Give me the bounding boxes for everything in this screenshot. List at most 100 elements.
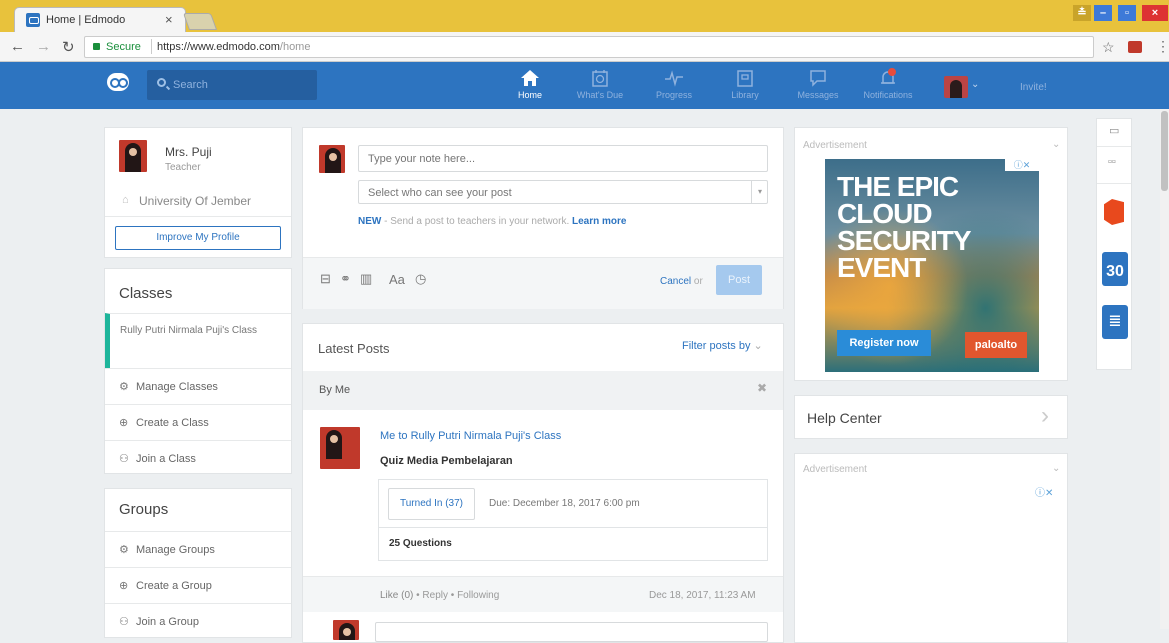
ad-headline: THE EPIC CLOUD SECURITY EVENT (837, 171, 972, 283)
maximize-button[interactable]: ▫ (1118, 5, 1136, 21)
classes-card: Classes Rully Putri Nirmala Puji's Class… (104, 268, 292, 474)
nav-progress[interactable]: Progress (644, 68, 704, 100)
join-class-link[interactable]: ⚇ Join a Class (105, 440, 291, 476)
improve-profile-button[interactable]: Improve My Profile (115, 226, 281, 250)
bell-icon (878, 68, 898, 88)
minimize-button[interactable]: – (1094, 5, 1112, 21)
profile-role: Teacher (165, 162, 201, 173)
profile-name[interactable]: Mrs. Puji (165, 145, 212, 159)
ad-label: Advertisement (803, 140, 867, 151)
manage-groups-link[interactable]: ⚙ Manage Groups (105, 531, 291, 567)
register-now-button[interactable]: Register now (837, 330, 931, 356)
search-input[interactable] (173, 77, 303, 93)
tab-close-icon[interactable]: × (165, 12, 173, 27)
nav-notifications[interactable]: Notifications (858, 68, 918, 100)
tab-title: Home | Edmodo (46, 14, 126, 26)
secure-label: Secure (106, 41, 141, 53)
clear-filter-icon[interactable]: ✖ (757, 381, 767, 395)
profile-card: Mrs. Puji Teacher ⌂ University Of Jember… (104, 127, 292, 258)
library-icon[interactable]: ▥ (360, 271, 374, 286)
composer-toolbar: ⊟ ⚭ ▥ Aa ◷ Cancel or Post (303, 257, 783, 309)
like-link[interactable]: Like (0) (380, 590, 413, 601)
turned-in-button[interactable]: Turned In (37) (388, 488, 475, 520)
attach-file-icon[interactable]: ⊟ (320, 271, 334, 286)
join-group-link[interactable]: ⚇ Join a Group (105, 603, 291, 639)
nav-library[interactable]: Library (715, 68, 775, 100)
create-class-link[interactable]: ⊕ Create a Class (105, 404, 291, 440)
post-button[interactable]: Post (716, 265, 762, 295)
cancel-link[interactable]: Cancel (660, 276, 691, 287)
invite-link[interactable]: Invite! (1020, 82, 1047, 93)
browser-titlebar: Home | Edmodo × ≛ – ▫ × (0, 0, 1169, 32)
back-arrow-icon[interactable]: ← (10, 38, 25, 55)
search-box[interactable] (147, 70, 317, 100)
reply-input[interactable] (375, 622, 768, 642)
active-class-item[interactable]: Rully Putri Nirmala Puji's Class (105, 313, 291, 368)
paloalto-logo: paloalto (965, 332, 1027, 358)
create-group-link[interactable]: ⊕ Create a Group (105, 567, 291, 603)
address-toolbar: ← → ↻ Secure https://www.edmodo.com/home… (0, 32, 1169, 62)
edmodo-logo-icon[interactable] (107, 73, 129, 91)
url-field[interactable]: Secure https://www.edmodo.com/home (84, 36, 1094, 58)
adchoices-icon[interactable]: ⓘ✕ (1005, 159, 1039, 171)
post-footer: Like (0) • Reply • Following Dec 18, 201… (303, 576, 783, 612)
post-timestamp: Dec 18, 2017, 11:23 AM (649, 590, 756, 601)
apps-sidebar: ▭ ▫▫ 30 ≣ (1096, 118, 1132, 370)
new-feature-notice: NEW - Send a post to teachers in your ne… (358, 216, 627, 227)
scrollbar-thumb[interactable] (1161, 111, 1168, 191)
gear-icon: ⚙ (119, 544, 129, 556)
following-link[interactable]: Following (457, 590, 499, 601)
browser-tab[interactable]: Home | Edmodo × (14, 7, 186, 32)
forward-arrow-icon[interactable]: → (36, 38, 51, 55)
profile-avatar[interactable] (119, 140, 147, 172)
quiz-attachment[interactable]: Turned In (37) Due: December 18, 2017 6:… (378, 479, 768, 561)
manage-classes-link[interactable]: ⚙ Manage Classes (105, 368, 291, 404)
close-window-button[interactable]: × (1142, 5, 1168, 21)
audience-select[interactable]: Select who can see your post ▾ (358, 180, 768, 204)
edmodo-favicon-icon (26, 13, 40, 27)
advertisement-card-2: Advertisement ⌄ ⓘ✕ (794, 453, 1068, 643)
chevron-down-icon[interactable]: ⌄ (1052, 463, 1060, 474)
message-icon (808, 68, 828, 88)
by-me-filter: By Me (319, 384, 351, 396)
avatar[interactable] (944, 76, 968, 98)
filter-bar: By Me ✖ (303, 371, 783, 410)
post-author-avatar[interactable] (320, 427, 360, 469)
quiz-app-icon[interactable]: ≣ (1102, 305, 1128, 339)
schedule-icon[interactable]: ◷ (415, 271, 429, 286)
nav-home[interactable]: Home (500, 68, 560, 100)
ad-banner[interactable]: ⓘ✕ THE EPIC CLOUD SECURITY EVENT Registe… (825, 159, 1039, 372)
post-title[interactable]: Quiz Media Pembelajaran (380, 455, 513, 467)
nav-messages[interactable]: Messages (788, 68, 848, 100)
chevron-down-icon[interactable]: ⌄ (1052, 139, 1060, 150)
nav-whats-due[interactable]: What's Due (570, 68, 630, 100)
store-icon[interactable]: ▭ (1109, 124, 1119, 137)
scrollbar[interactable] (1160, 109, 1169, 629)
groups-card: Groups ⚙ Manage Groups ⊕ Create a Group ⚇ J… (104, 488, 292, 638)
chevron-down-icon[interactable]: ⌄ (971, 79, 979, 90)
audience-placeholder: Select who can see your post (368, 187, 512, 199)
profile-icon[interactable]: ≛ (1073, 5, 1091, 21)
note-input[interactable] (358, 145, 768, 172)
ad-label-2: Advertisement (803, 464, 867, 475)
apps-grid-icon[interactable]: ▫▫ (1108, 156, 1116, 168)
adchoices-icon[interactable]: ⓘ✕ (1035, 484, 1053, 499)
office-app-icon[interactable] (1104, 199, 1124, 225)
bookmark-star-icon[interactable]: ☆ (1102, 39, 1115, 56)
reload-icon[interactable]: ↻ (62, 38, 75, 56)
latest-posts-heading: Latest Posts (318, 341, 390, 356)
extension-icon[interactable] (1128, 41, 1142, 53)
filter-posts-dropdown[interactable]: Filter posts by ⌄ (682, 339, 763, 352)
text-format-icon[interactable]: Aa (389, 272, 405, 287)
feed-card: Latest Posts Filter posts by ⌄ By Me ✖ M… (302, 323, 784, 643)
link-icon[interactable]: ⚭ (340, 271, 354, 286)
edmodo-navbar: Home What's Due Progress Library Message… (0, 62, 1169, 109)
new-tab-button[interactable] (182, 13, 218, 30)
post-recipient[interactable]: Me to Rully Putri Nirmala Puji's Class (380, 430, 561, 442)
learn-more-link[interactable]: Learn more (572, 216, 626, 227)
help-center-card[interactable]: Help Center › (794, 395, 1068, 439)
calendar-app-icon[interactable]: 30 (1102, 252, 1128, 286)
lock-icon (93, 43, 100, 50)
menu-icon[interactable]: ⋮ (1156, 38, 1169, 55)
reply-link[interactable]: Reply (422, 590, 448, 601)
